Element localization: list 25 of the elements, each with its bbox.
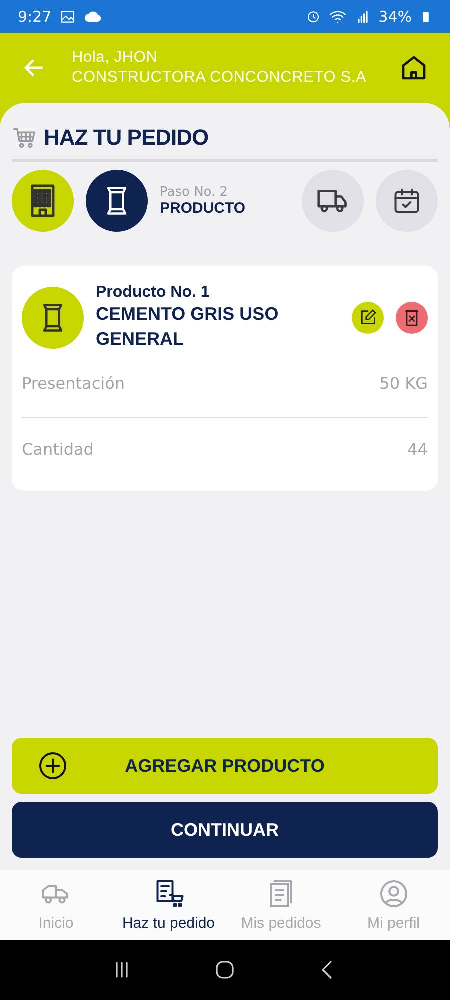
home-icon[interactable] xyxy=(400,54,428,82)
edit-button[interactable] xyxy=(352,302,384,334)
step-caption: Paso No. 2 xyxy=(160,185,230,200)
nav-tab[interactable]: Haz tu pedido xyxy=(112,870,225,940)
greeting: Hola, JHON xyxy=(72,48,159,68)
field-label: Cantidad xyxy=(22,440,94,459)
status-time: 9:27 xyxy=(18,8,52,26)
battery-icon xyxy=(420,10,432,22)
delete-button[interactable] xyxy=(396,302,428,334)
battery-percent: 34% xyxy=(378,8,412,26)
plus-circle-icon xyxy=(38,751,68,781)
product-name: CEMENTO GRIS USO GENERAL xyxy=(96,303,280,351)
profile-icon xyxy=(378,878,409,908)
gallery-icon xyxy=(60,8,76,24)
calendar-icon xyxy=(392,186,422,216)
alarm-icon xyxy=(306,9,321,24)
continue-button[interactable]: CONTINUAR xyxy=(12,802,438,858)
page-title: HAZ TU PEDIDO xyxy=(44,125,209,151)
product-number: Producto No. 1 xyxy=(96,284,211,302)
add-product-button[interactable]: AGREGAR PRODUCTO xyxy=(12,738,438,794)
field-value: 44 xyxy=(408,440,428,459)
company-name: CONSTRUCTORA CONCONCRETO S.A xyxy=(72,68,368,88)
field-label: Presentación xyxy=(22,374,126,393)
field-value: 50 KG xyxy=(380,374,428,393)
step-label: PRODUCTO xyxy=(160,200,247,217)
